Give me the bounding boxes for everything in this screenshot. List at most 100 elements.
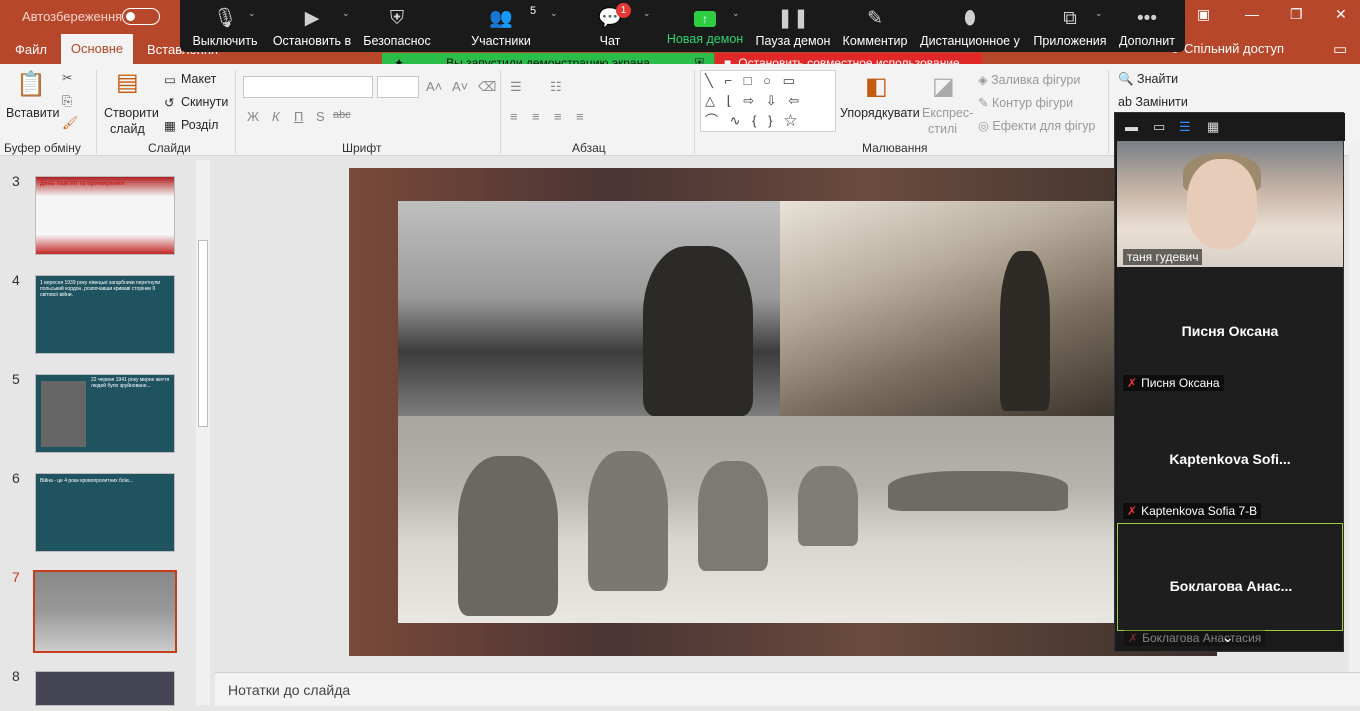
find-button[interactable]: 🔍 Знайти <box>1118 72 1178 87</box>
stop-video-button[interactable]: ▶ Остановить в <box>272 0 352 52</box>
shape-outline-label: Контур фігури <box>991 96 1074 110</box>
clear-format-icon[interactable]: ⌫ <box>478 79 496 95</box>
soldier-column <box>888 471 1068 511</box>
section-button[interactable]: Розділ <box>181 118 218 132</box>
align-right-icon[interactable]: ≡ <box>554 109 562 124</box>
replace-label: Замінити <box>1135 95 1188 109</box>
layout-button[interactable]: Макет <box>181 72 216 86</box>
ribbon-display-icon[interactable]: ▣ <box>1197 6 1210 23</box>
slides-group-label: Слайди <box>148 141 191 155</box>
quick-styles-button-line2[interactable]: стилі <box>928 122 957 136</box>
close-icon[interactable]: ✕ <box>1335 6 1347 23</box>
participant-tile[interactable]: Писня Оксана ✗ Писня Оксана <box>1117 267 1343 395</box>
current-slide[interactable] <box>349 168 1217 656</box>
slide-thumbnail-6[interactable]: Війна - це 4 роки кровопролитних боїв... <box>35 473 175 552</box>
notes-pane[interactable]: Нотатки до слайда <box>215 672 1360 706</box>
pause-share-button[interactable]: ❚❚ Пауза демон <box>755 0 831 52</box>
copy-icon[interactable]: ⎘ <box>62 94 72 109</box>
effects-icon: ◎ <box>978 119 993 133</box>
shape-fill-button[interactable]: ◈ Заливка фігури <box>978 72 1080 87</box>
replace-button[interactable]: ab Замінити <box>1118 95 1188 109</box>
quick-styles-button[interactable]: Експрес- <box>922 106 973 120</box>
thumbnail-scrollbar-thumb[interactable] <box>198 240 208 427</box>
zoom-video-panel: ▬ ▭ ☰ ▦ таня гудевич Писня Оксана ✗ Писня… <box>1114 112 1345 652</box>
numbering-icon[interactable]: ☷ <box>550 79 562 95</box>
italic-button[interactable]: К <box>272 109 280 124</box>
slide-thumbnail-3[interactable]: День пам'яті та примирення <box>35 176 175 255</box>
chevron-down-icon[interactable]: ⌄ <box>248 8 256 19</box>
shadow-button[interactable]: S <box>316 109 325 124</box>
font-size-input[interactable] <box>377 76 419 98</box>
chevron-down-icon[interactable]: ⌄ <box>643 8 651 19</box>
cut-icon[interactable]: ✂ <box>62 70 72 85</box>
participants-count: 5 <box>530 5 537 17</box>
share-button[interactable]: ⇪ Спільний доступ <box>1170 41 1284 57</box>
shape-effects-button[interactable]: ◎ Ефекти для фігур <box>978 118 1095 133</box>
shape-outline-button[interactable]: ✎ Контур фігури <box>978 95 1073 110</box>
new-slide-button[interactable]: Створити <box>104 106 159 120</box>
slide-thumbnail-4[interactable]: 1 вересня 1939 року німецькі загарбники … <box>35 275 175 354</box>
chevron-down-icon[interactable]: ⌄ <box>1095 8 1103 19</box>
slide-thumbnail-7-selected[interactable] <box>33 570 177 653</box>
new-slide-icon: ▤ <box>116 69 139 96</box>
strikethrough-button[interactable]: abc <box>333 109 351 121</box>
font-name-input[interactable] <box>243 76 373 98</box>
bold-button[interactable]: Ж <box>247 109 259 124</box>
new-slide-button-line2[interactable]: слайд <box>110 122 145 136</box>
shrink-font-icon[interactable]: A˅ <box>452 79 468 94</box>
remote-control-label: Дистанционное у <box>920 34 1020 48</box>
restore-icon[interactable]: ❐ <box>1290 6 1303 23</box>
slide-scrollbar[interactable] <box>1349 142 1360 672</box>
single-view-icon[interactable]: ▭ <box>1153 119 1165 135</box>
underline-button[interactable]: П <box>294 109 303 124</box>
gallery-view-icon[interactable]: ▦ <box>1207 119 1219 135</box>
video-camera-icon: ▶ <box>304 8 320 29</box>
autosave-toggle[interactable] <box>122 8 160 25</box>
grow-font-icon[interactable]: A˄ <box>426 79 442 94</box>
side-by-side-view-icon[interactable]: ☰ <box>1179 119 1191 135</box>
muted-mic-icon: ✗ <box>1128 631 1139 645</box>
active-speaker-tile[interactable]: Боклагова Анас... ✗ Боклагова Анастасия <box>1117 523 1343 646</box>
thumb-text: Війна - це 4 роки кровопролитних боїв... <box>40 478 133 484</box>
video-panel-toolbar: ▬ ▭ ☰ ▦ <box>1115 113 1345 141</box>
chevron-down-icon[interactable]: ⌄ <box>550 8 558 19</box>
participants-button[interactable]: 👥 5 Участники <box>465 0 537 52</box>
remote-control-button[interactable]: ⬮ Дистанционное у <box>920 0 1020 52</box>
justify-icon[interactable]: ≡ <box>576 109 584 124</box>
align-center-icon[interactable]: ≡ <box>532 109 540 124</box>
bullets-icon[interactable]: ☰ <box>510 79 522 95</box>
more-button[interactable]: ••• Дополнит <box>1116 0 1178 52</box>
arrange-button[interactable]: Упорядкувати <box>840 106 920 120</box>
chat-label: Чат <box>599 34 621 48</box>
shapes-gallery[interactable]: ╲ ⌐ □ ○ ▭ △ ⌊ ⇨ ⇩ ⇦ ⌒ ∿ { } ☆ <box>700 70 836 132</box>
paste-button[interactable]: Вставити <box>6 106 59 120</box>
chevron-down-icon[interactable]: ⌄ <box>1222 629 1234 646</box>
reset-button[interactable]: Скинути <box>181 95 228 109</box>
participant-name-label: таня гудевич <box>1123 249 1203 265</box>
new-share-label: Новая демон <box>666 32 744 46</box>
tab-home[interactable]: Основне <box>61 34 133 64</box>
artillery-photo <box>780 201 1120 416</box>
participant-video-tile[interactable]: таня гудевич <box>1117 141 1343 267</box>
tab-file[interactable]: Файл <box>15 42 47 57</box>
slide-thumbnail-8[interactable] <box>35 671 175 706</box>
participant-tile[interactable]: Kaptenkova Sofi... ✗ Kaptenkova Sofia 7-B <box>1117 395 1343 523</box>
search-icon: 🔍 <box>1118 72 1138 86</box>
participant-label-text: Писня Оксана <box>1141 376 1220 390</box>
annotate-button[interactable]: ✎ Комментир <box>840 0 910 52</box>
chevron-down-icon[interactable]: ⌄ <box>342 8 350 19</box>
shape-effects-label: Ефекти для фігур <box>992 119 1096 133</box>
chevron-down-icon[interactable]: ⌄ <box>732 8 740 19</box>
slide-thumbnail-5[interactable]: 22 червня 1941 року мирне життя людей бу… <box>35 374 175 453</box>
align-left-icon[interactable]: ≡ <box>510 109 518 124</box>
slide-number: 5 <box>12 371 20 387</box>
format-painter-icon[interactable]: 🖌 <box>62 116 78 131</box>
autosave-label: Автозбереження <box>22 9 123 24</box>
minimize-icon[interactable]: — <box>1245 6 1259 22</box>
comments-icon[interactable]: ▭ <box>1333 40 1347 58</box>
security-button[interactable]: ⛨ Безопаснос <box>362 0 432 52</box>
minimize-panel-icon[interactable]: ▬ <box>1125 119 1138 134</box>
chat-button[interactable]: 💬 1 Чат <box>585 0 635 52</box>
paragraph-group-label: Абзац <box>572 141 606 155</box>
thumb-text: 22 червня 1941 року мирне життя людей бу… <box>91 377 170 389</box>
